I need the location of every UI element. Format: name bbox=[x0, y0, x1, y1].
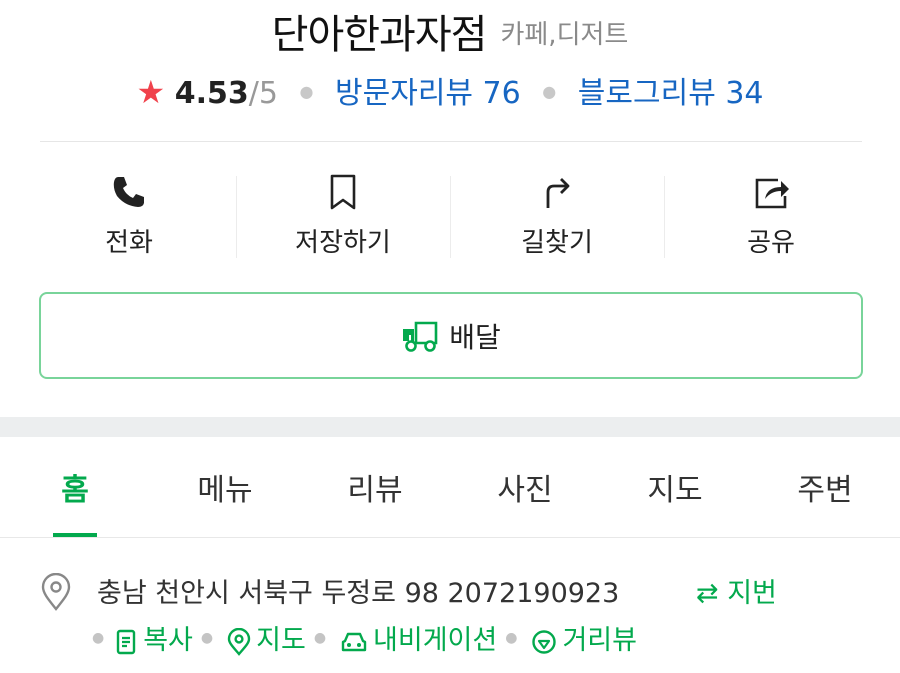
copy-button[interactable]: 복사 bbox=[114, 618, 193, 657]
phone-icon bbox=[113, 177, 144, 207]
separator-dot: ● bbox=[313, 629, 327, 646]
delivery-button[interactable]: 배달 bbox=[39, 292, 863, 379]
rating-row: ★ 4.53/5 ● 방문자리뷰 76 ● 블로그리뷰 34 bbox=[0, 68, 900, 112]
header-divider bbox=[40, 141, 862, 142]
address-text: 충남 천안시 서북구 두정로 98 2072190923 bbox=[97, 578, 620, 609]
copy-label: 복사 bbox=[143, 625, 193, 656]
location-pin-icon bbox=[41, 573, 71, 611]
jibun-toggle[interactable]: ⇄ 지번 bbox=[696, 571, 777, 610]
section-separator bbox=[0, 417, 900, 437]
title-row: 단아한과자점 카페,디저트 bbox=[0, 2, 900, 60]
tab-photo[interactable]: 사진 bbox=[450, 437, 600, 537]
separator-dot: ● bbox=[92, 629, 105, 646]
tab-home[interactable]: 홈 bbox=[0, 437, 150, 537]
copy-icon bbox=[117, 629, 136, 654]
share-button[interactable]: 공유 bbox=[664, 160, 878, 270]
separator-dot: ● bbox=[542, 82, 557, 101]
map-button[interactable]: 지도 bbox=[227, 618, 306, 657]
call-button[interactable]: 전화 bbox=[22, 160, 236, 270]
visitor-reviews-link[interactable]: 방문자리뷰 76 bbox=[335, 76, 521, 111]
directions-icon bbox=[546, 178, 570, 208]
tab-nearby[interactable]: 주변 bbox=[750, 437, 900, 537]
car-icon bbox=[341, 632, 367, 651]
rating-score: 4.53 bbox=[174, 76, 249, 111]
separator-dot: ● bbox=[299, 82, 314, 101]
blog-reviews-link[interactable]: 블로그리뷰 34 bbox=[578, 76, 764, 111]
map-label: 지도 bbox=[256, 625, 306, 656]
map-pin-icon bbox=[227, 627, 251, 656]
directions-button[interactable]: 길찾기 bbox=[450, 160, 664, 270]
save-label: 저장하기 bbox=[295, 228, 391, 258]
star-icon: ★ bbox=[136, 73, 166, 111]
call-label: 전화 bbox=[105, 228, 153, 258]
delivery-truck-icon bbox=[403, 321, 438, 352]
directions-label: 길찾기 bbox=[521, 228, 593, 258]
address-row: 충남 천안시 서북구 두정로 98 2072190923 ⇄ 지번 bbox=[40, 565, 880, 615]
separator-dot: ● bbox=[505, 629, 518, 646]
share-icon bbox=[755, 178, 789, 209]
separator-dot: ● bbox=[200, 629, 214, 646]
place-header: 단아한과자점 카페,디저트 ★ 4.53/5 ● 방문자리뷰 76 ● 블로그리뷰… bbox=[0, 0, 900, 140]
street-view-button[interactable]: 거리뷰 bbox=[531, 618, 637, 657]
action-bar: 전화 저장하기 길찾기 공유 bbox=[22, 160, 878, 270]
delivery-label: 배달 bbox=[449, 320, 501, 354]
save-button[interactable]: 저장하기 bbox=[236, 160, 450, 270]
tab-menu[interactable]: 메뉴 bbox=[150, 437, 300, 537]
place-name: 단아한과자점 bbox=[271, 12, 488, 58]
navigation-button[interactable]: 내비게이션 bbox=[340, 618, 497, 657]
tab-review[interactable]: 리뷰 bbox=[300, 437, 450, 537]
rating-max: /5 bbox=[248, 76, 278, 111]
place-category: 카페,디저트 bbox=[500, 20, 629, 50]
tab-bar: 홈 메뉴 리뷰 사진 지도 주변 bbox=[0, 437, 900, 538]
tab-map[interactable]: 지도 bbox=[600, 437, 750, 537]
street-view-label: 거리뷰 bbox=[562, 625, 637, 656]
street-view-icon bbox=[532, 629, 557, 654]
bookmark-icon bbox=[330, 174, 356, 210]
address-tools: ● 복사 ● 지도 ● 내비게이션 ● 거리뷰 bbox=[92, 618, 892, 660]
navigation-label: 내비게이션 bbox=[373, 625, 498, 656]
share-label: 공유 bbox=[747, 228, 795, 258]
